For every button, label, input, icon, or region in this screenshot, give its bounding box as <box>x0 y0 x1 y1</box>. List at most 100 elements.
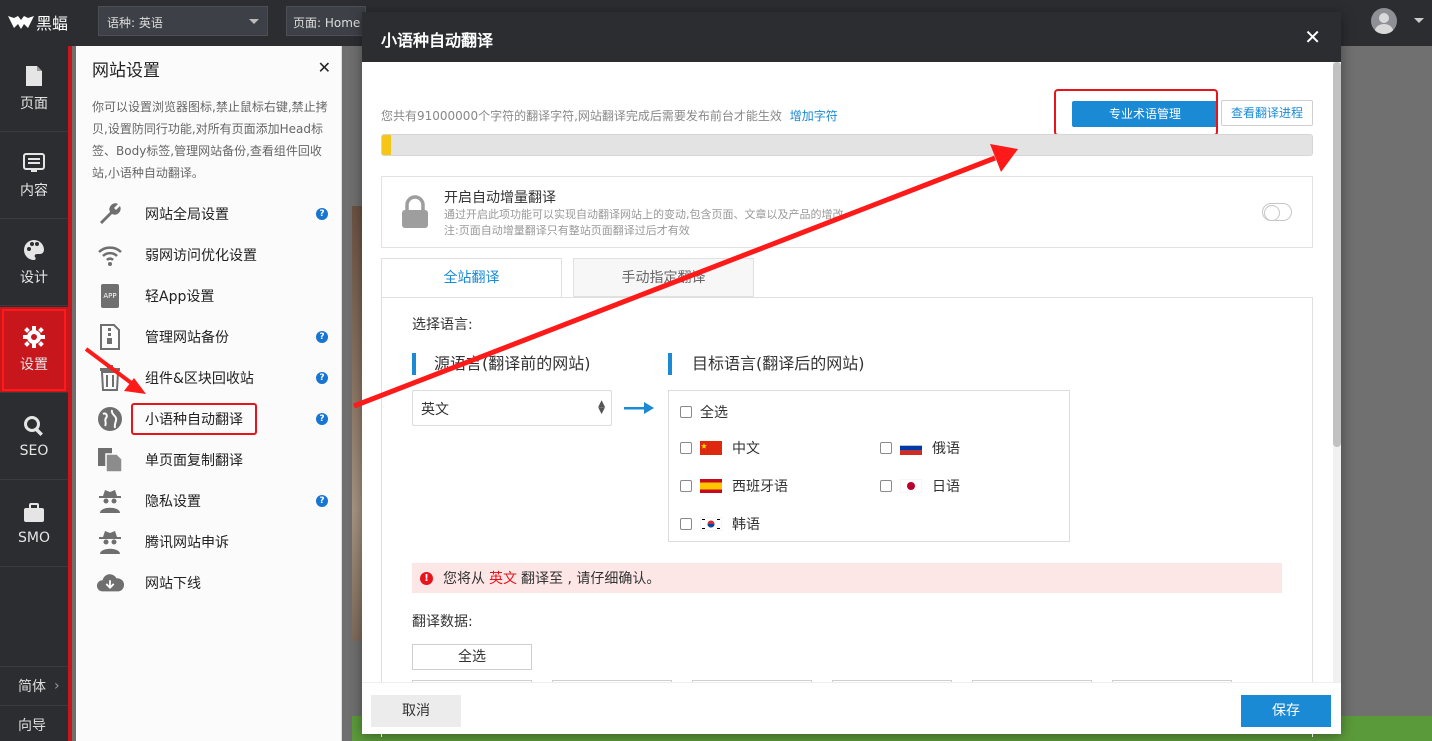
checkbox[interactable] <box>680 442 692 454</box>
warning-source-language: 英文 <box>489 571 517 587</box>
checkbox-label: 韩语 <box>732 517 760 533</box>
help-icon[interactable]: ? <box>316 413 328 425</box>
checkbox[interactable] <box>680 518 692 530</box>
warning-text-suffix: 翻译至 , 请仔细确认。 <box>521 571 661 587</box>
logo[interactable]: 黑蝠 <box>8 10 68 34</box>
trash-icon <box>96 364 124 392</box>
tab-full-site[interactable]: 全站翻译 <box>381 258 562 298</box>
annotation-highlight-box <box>1054 89 1218 136</box>
menu-item-privacy[interactable]: 隐私设置 ? <box>96 485 332 517</box>
checkbox-label: 中文 <box>732 441 760 457</box>
sidebar-item-design[interactable]: 设计 <box>0 220 68 306</box>
target-language-chinese[interactable]: 中文 <box>680 438 760 458</box>
app-icon: APP <box>96 282 124 310</box>
wrench-icon <box>96 200 124 228</box>
menu-item-recycle-bin[interactable]: 组件&区块回收站 ? <box>96 362 332 394</box>
translation-tabs: 全站翻译 手动指定翻译 <box>381 258 1313 298</box>
add-characters-link[interactable]: 增加字符 <box>790 109 838 123</box>
guide-link[interactable]: 向导 <box>0 705 68 741</box>
checkbox[interactable] <box>680 406 692 418</box>
menu-item-auto-translation[interactable]: 小语种自动翻译 ? <box>96 403 332 435</box>
warning-text-prefix: 您将从 <box>443 571 485 587</box>
target-language-korean[interactable]: 韩语 <box>680 514 760 534</box>
file-icon <box>23 65 45 87</box>
data-select-all-button[interactable]: 全选 <box>412 644 532 670</box>
svg-text:APP: APP <box>103 292 116 300</box>
checkbox-label: 日语 <box>932 479 960 495</box>
spain-flag-icon <box>700 479 722 493</box>
main-sidebar: 页面 内容 设计 设置 SEO SMO 简体 › 向导 <box>0 46 72 741</box>
dialog-footer: 取消 保存 <box>362 682 1341 734</box>
auto-translation-title: 开启自动增量翻译 <box>444 190 556 206</box>
checkbox[interactable] <box>880 480 892 492</box>
menu-item-label: 管理网站备份 <box>145 330 229 346</box>
menu-item-label: 网站下线 <box>145 576 201 592</box>
avatar[interactable] <box>1371 8 1397 34</box>
close-icon[interactable]: ✕ <box>318 58 331 77</box>
sidebar-item-label: 内容 <box>20 182 48 199</box>
menu-item-tencent-appeal[interactable]: 腾讯网站申诉 <box>96 526 332 558</box>
sidebar-item-label: SEO <box>19 442 49 459</box>
source-language-value: 英文 <box>421 402 449 418</box>
auto-translation-note: 注:页面自动增量翻译只有整站页面翻译过后才有效 <box>444 224 690 237</box>
help-icon[interactable]: ? <box>316 495 328 507</box>
website-settings-panel: 网站设置 ✕ 你可以设置浏览器图标,禁止鼠标右键,禁止拷贝,设置防同行功能,对所… <box>76 46 342 741</box>
source-language-title: 源语言(翻译前的网站) <box>412 353 591 375</box>
view-translation-progress-button[interactable]: 查看翻译进程 <box>1221 100 1313 126</box>
translation-data-label: 翻译数据: <box>412 614 473 630</box>
dialog-title: 小语种自动翻译 <box>381 31 494 50</box>
language-select[interactable]: 语种: 英语 <box>98 6 268 36</box>
sidebar-item-pages[interactable]: 页面 <box>0 46 68 132</box>
help-icon[interactable]: ? <box>316 372 328 384</box>
help-icon[interactable]: ? <box>316 331 328 343</box>
spy-icon <box>96 487 124 515</box>
auto-translation-desc-line: 通过开启此项功能可以实现自动翻译网站上的变动,包含页面、文章以及产品的增改 <box>444 208 844 221</box>
menu-item-label: 组件&区块回收站 <box>145 371 254 387</box>
sidebar-item-settings[interactable]: 设置 <box>0 307 68 393</box>
auto-translation-toggle[interactable] <box>1262 203 1292 221</box>
checkbox[interactable] <box>880 442 892 454</box>
sidebar-item-content[interactable]: 内容 <box>0 133 68 219</box>
dialog-header: 小语种自动翻译 ✕ <box>362 12 1341 62</box>
menu-item-label: 弱网访问优化设置 <box>145 248 257 264</box>
target-language-japanese[interactable]: 日语 <box>880 476 960 496</box>
checkbox[interactable] <box>680 480 692 492</box>
warning-icon: ! <box>420 571 433 585</box>
updown-arrow-icon: ▲ ▼ <box>598 399 605 416</box>
tab-manual[interactable]: 手动指定翻译 <box>573 258 754 297</box>
logo-text: 黑蝠 <box>36 14 69 33</box>
scrollbar-thumb[interactable] <box>1333 62 1341 447</box>
target-language-russian[interactable]: 俄语 <box>880 438 960 458</box>
source-language-select[interactable]: 英文 ▲ ▼ <box>412 390 612 426</box>
language-switch-label: 简体 <box>18 678 46 695</box>
close-icon[interactable]: ✕ <box>1304 25 1321 49</box>
bat-logo-icon <box>8 16 34 29</box>
help-icon[interactable]: ? <box>316 208 328 220</box>
sidebar-item-smo[interactable]: SMO <box>0 481 68 567</box>
cancel-button[interactable]: 取消 <box>371 695 461 727</box>
menu-item-light-app[interactable]: APP 轻App设置 <box>96 280 332 312</box>
confirmation-warning: ! 您将从 英文 翻译至 , 请仔细确认。 <box>412 563 1282 593</box>
zip-file-icon <box>96 323 124 351</box>
menu-item-weak-network[interactable]: 弱网访问优化设置 <box>96 239 332 271</box>
language-switch[interactable]: 简体 › <box>0 666 68 704</box>
page-select[interactable]: 页面: Home <box>286 6 366 36</box>
menu-item-site-offline[interactable]: 网站下线 <box>96 567 332 599</box>
korea-flag-icon <box>700 517 722 531</box>
sidebar-item-seo[interactable]: SEO <box>0 394 68 480</box>
menu-item-backup[interactable]: 管理网站备份 ? <box>96 321 332 353</box>
background-page-image <box>352 206 362 641</box>
sidebar-item-label: 设计 <box>20 269 48 286</box>
chevron-down-icon[interactable] <box>1414 18 1424 23</box>
auto-incremental-translation-box: 开启自动增量翻译 通过开启此项功能可以实现自动翻译网站上的变动,包含页面、文章以… <box>381 176 1313 248</box>
china-flag-icon <box>700 441 722 455</box>
save-button[interactable]: 保存 <box>1241 695 1331 727</box>
menu-item-label: 小语种自动翻译 <box>131 403 257 435</box>
target-language-spanish[interactable]: 西班牙语 <box>680 476 788 496</box>
page-select-value: 页面: Home <box>293 16 361 30</box>
menu-item-label: 网站全局设置 <box>145 207 229 223</box>
menu-item-global-settings[interactable]: 网站全局设置 ? <box>96 198 332 230</box>
menu-item-page-copy-translation[interactable]: 单页面复制翻译 <box>96 444 332 476</box>
gear-icon <box>23 325 45 348</box>
select-all-checkbox[interactable]: 全选 <box>680 402 728 422</box>
